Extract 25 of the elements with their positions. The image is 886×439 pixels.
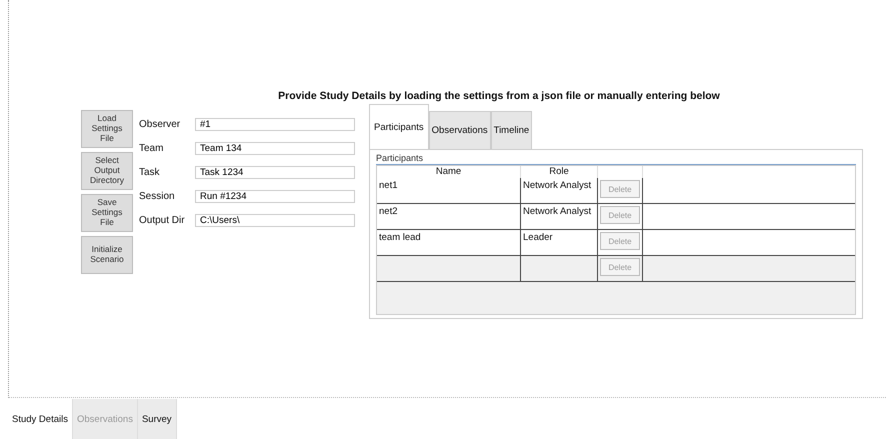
table-cell: Leader: [523, 232, 553, 243]
action-button[interactable]: Initialize Scenario: [81, 236, 133, 274]
table-cell: Network Analyst: [523, 206, 592, 217]
field-label: Session: [139, 190, 176, 202]
tab[interactable]: Participants: [369, 104, 429, 149]
action-button[interactable]: Load Settings File: [81, 110, 133, 148]
input-field[interactable]: C:\Users\: [195, 214, 355, 226]
page-heading: Provide Study Details by loading the settings from a json file or manually entering below: [277, 90, 721, 102]
field-label: Task: [139, 166, 161, 178]
table-cell: net1: [379, 180, 398, 191]
tab[interactable]: Observations: [428, 111, 491, 149]
table-cell: net2: [379, 206, 398, 217]
field-label: Observer: [139, 118, 182, 130]
input-field[interactable]: #1: [195, 118, 355, 130]
input-field[interactable]: Team 134: [195, 142, 355, 154]
table-cell: Network Analyst: [523, 180, 592, 191]
tab[interactable]: Timeline: [490, 111, 532, 149]
tab[interactable]: Survey: [138, 399, 177, 439]
input-field[interactable]: Task 1234: [195, 166, 355, 178]
field-label: Team: [139, 142, 164, 154]
action-button[interactable]: Select Output Directory: [81, 152, 133, 190]
table-cell: team lead: [379, 232, 421, 243]
action-button[interactable]: Save Settings File: [81, 194, 133, 232]
field-label: Output Dir: [139, 214, 186, 226]
input-field[interactable]: Run #1234: [195, 190, 355, 202]
